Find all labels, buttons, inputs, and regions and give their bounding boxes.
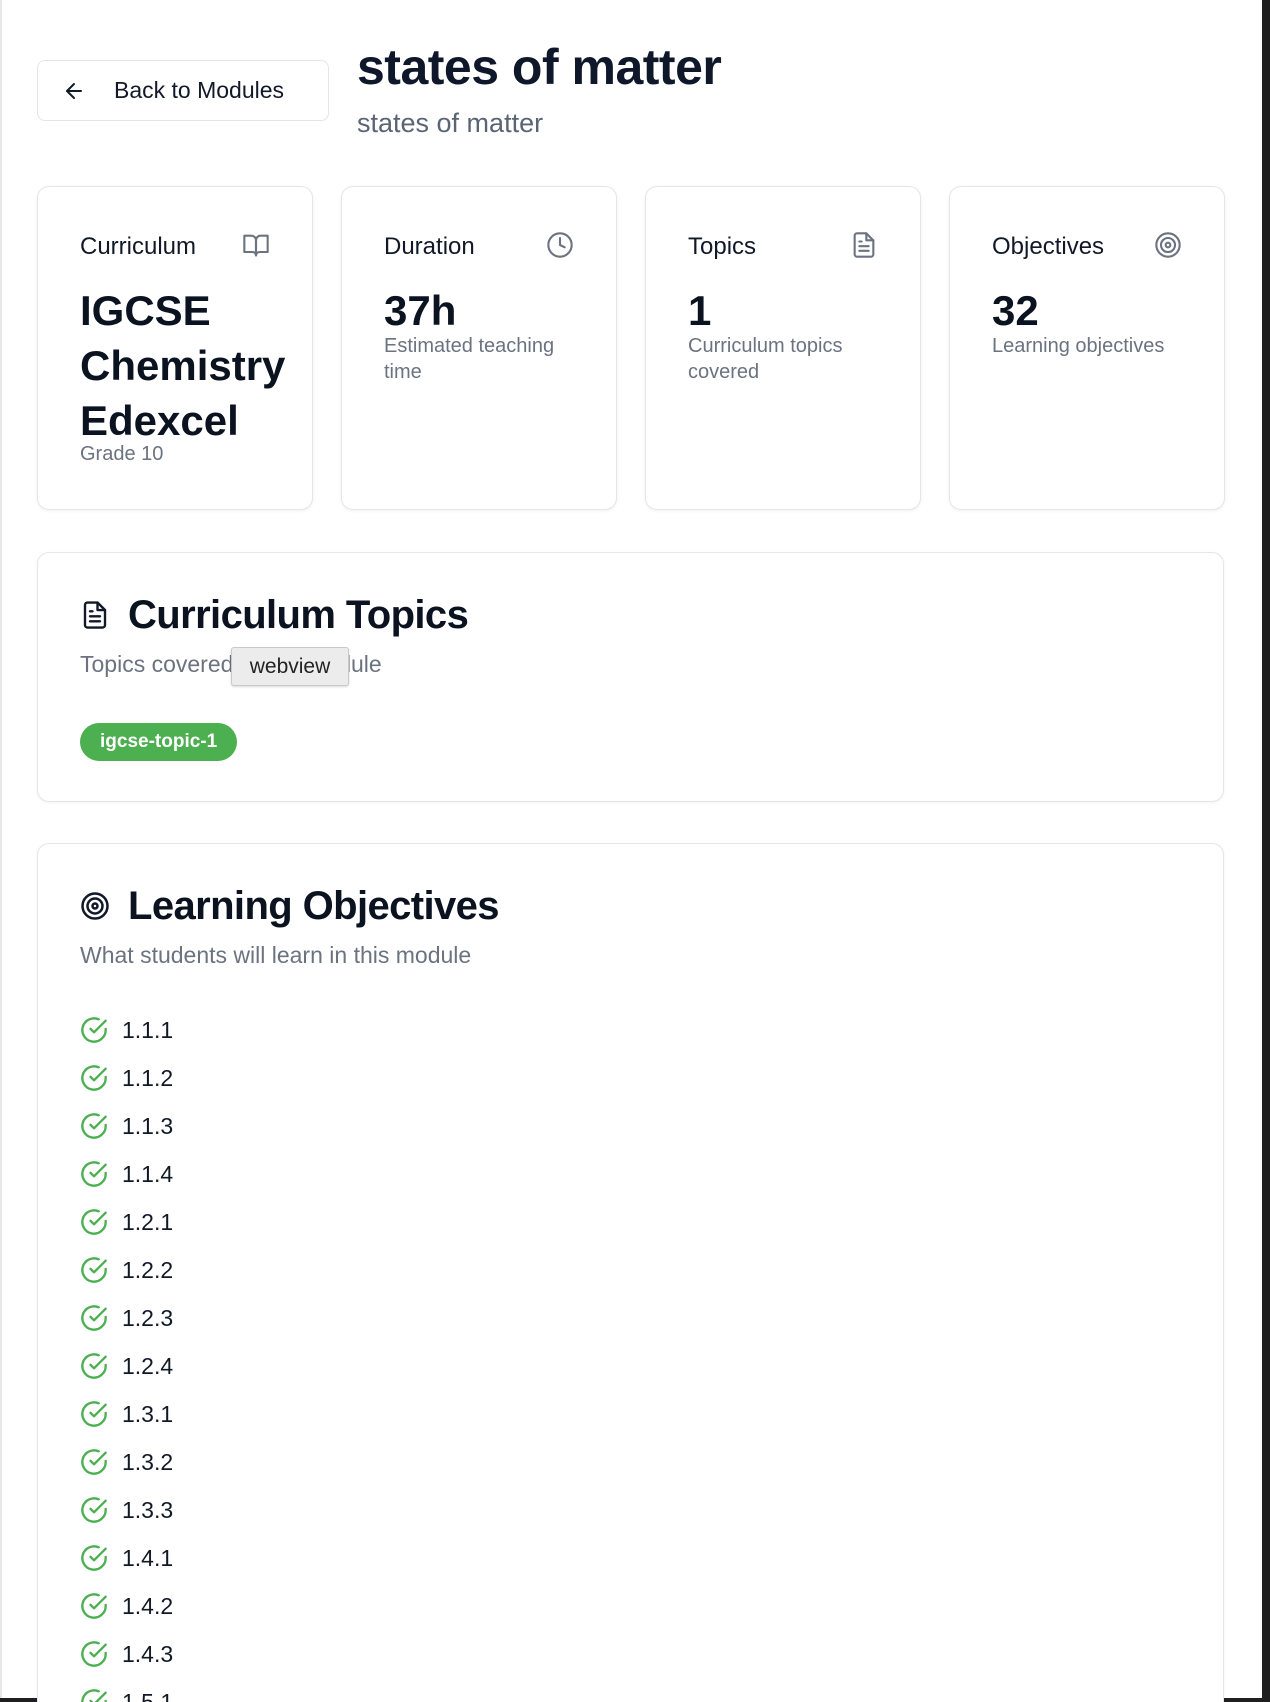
back-button-label: Back to Modules — [114, 77, 285, 103]
objective-item: 1.2.3 — [80, 1302, 380, 1334]
objective-code: 1.3.1 — [122, 1400, 174, 1427]
objective-item: 1.1.4 — [80, 1158, 380, 1190]
check-circle-icon — [80, 1496, 108, 1524]
objective-code: 1.4.1 — [122, 1544, 174, 1571]
window-edge-left — [0, 0, 2, 1702]
check-circle-icon — [80, 1256, 108, 1284]
objective-code: 1.2.3 — [122, 1304, 174, 1331]
window-edge-right — [1262, 0, 1270, 1702]
check-circle-icon — [80, 1208, 108, 1236]
book-open-icon — [242, 231, 270, 259]
check-circle-icon — [80, 1400, 108, 1428]
objective-code: 1.3.3 — [122, 1496, 174, 1523]
learning-objectives-subtitle: What students will learn in this module — [80, 942, 472, 968]
objective-code: 1.2.4 — [122, 1352, 174, 1379]
back-to-modules-button[interactable]: Back to Modules — [37, 60, 329, 121]
objective-item: 1.2.1 — [80, 1206, 380, 1238]
check-circle-icon — [80, 1448, 108, 1476]
objective-item: 1.2.4 — [80, 1350, 380, 1382]
objective-item: 1.4.1 — [80, 1542, 380, 1574]
arrow-left-icon — [62, 79, 86, 103]
topic-badge[interactable]: igcse-topic-1 — [80, 723, 238, 761]
topics-card: Topics 1 Curriculum topics covered — [645, 186, 921, 510]
objectives-card-description: Learning objectives — [992, 335, 1165, 357]
objectives-card: Objectives 32 Learning objectives — [949, 186, 1225, 510]
objective-code: 1.1.2 — [122, 1064, 174, 1091]
objective-item: 1.1.3 — [80, 1110, 380, 1142]
objective-code: 1.4.2 — [122, 1592, 174, 1619]
objective-code: 1.1.4 — [122, 1160, 174, 1187]
check-circle-icon — [80, 1640, 108, 1668]
objective-item: 1.3.2 — [80, 1446, 380, 1478]
duration-card-label: Duration — [384, 233, 475, 260]
target-icon — [80, 890, 110, 922]
page-subtitle: states of matter — [357, 108, 544, 138]
check-circle-icon — [80, 1160, 108, 1188]
file-text-icon — [850, 231, 878, 259]
page-title: states of matter — [357, 39, 722, 95]
objective-code: 1.1.3 — [122, 1112, 174, 1139]
duration-card-description: Estimated teaching time — [384, 335, 555, 383]
objective-item: 1.3.1 — [80, 1398, 380, 1430]
check-circle-icon — [80, 1064, 108, 1092]
curriculum-card: Curriculum IGCSE Chemistry Edexcel Grade… — [37, 186, 313, 510]
objective-item: 1.5.1 — [80, 1686, 380, 1702]
topics-card-value: 1 — [688, 287, 712, 334]
webview-tooltip: webview — [231, 647, 349, 686]
check-circle-icon — [80, 1544, 108, 1572]
objective-item: 1.2.2 — [80, 1254, 380, 1286]
objective-code: 1.5.1 — [122, 1688, 174, 1702]
target-icon — [1154, 231, 1182, 259]
duration-card-value: 37h — [384, 287, 457, 334]
check-circle-icon — [80, 1592, 108, 1620]
objective-item: 1.1.1 — [80, 1014, 380, 1046]
curriculum-topics-title: Curriculum Topics — [128, 593, 469, 637]
file-text-icon — [80, 599, 110, 631]
check-circle-icon — [80, 1016, 108, 1044]
objective-item: 1.3.3 — [80, 1494, 380, 1526]
topics-card-label: Topics — [688, 233, 757, 260]
check-circle-icon — [80, 1304, 108, 1332]
curriculum-topics-panel: Curriculum Topics Topics covered in this… — [37, 552, 1224, 802]
objective-item: 1.4.3 — [80, 1638, 380, 1670]
objectives-card-label: Objectives — [992, 233, 1105, 260]
curriculum-card-grade: Grade 10 — [80, 443, 164, 465]
objectives-card-value: 32 — [992, 287, 1039, 334]
objective-code: 1.2.2 — [122, 1256, 174, 1283]
check-circle-icon — [80, 1688, 108, 1702]
check-circle-icon — [80, 1352, 108, 1380]
duration-card: Duration 37h Estimated teaching time — [341, 186, 617, 510]
topics-card-description: Curriculum topics covered — [688, 335, 843, 383]
clock-icon — [546, 231, 574, 259]
objective-code: 1.1.1 — [122, 1016, 174, 1043]
curriculum-card-value: IGCSE Chemistry Edexcel — [80, 287, 286, 444]
learning-objectives-panel: Learning Objectives What students will l… — [37, 843, 1224, 1702]
objective-item: 1.4.2 — [80, 1590, 380, 1622]
objective-code: 1.2.1 — [122, 1208, 174, 1235]
check-circle-icon — [80, 1112, 108, 1140]
curriculum-card-label: Curriculum — [80, 233, 197, 260]
objective-code: 1.4.3 — [122, 1640, 174, 1667]
objective-code: 1.3.2 — [122, 1448, 174, 1475]
learning-objectives-title: Learning Objectives — [128, 884, 500, 928]
objective-item: 1.1.2 — [80, 1062, 380, 1094]
